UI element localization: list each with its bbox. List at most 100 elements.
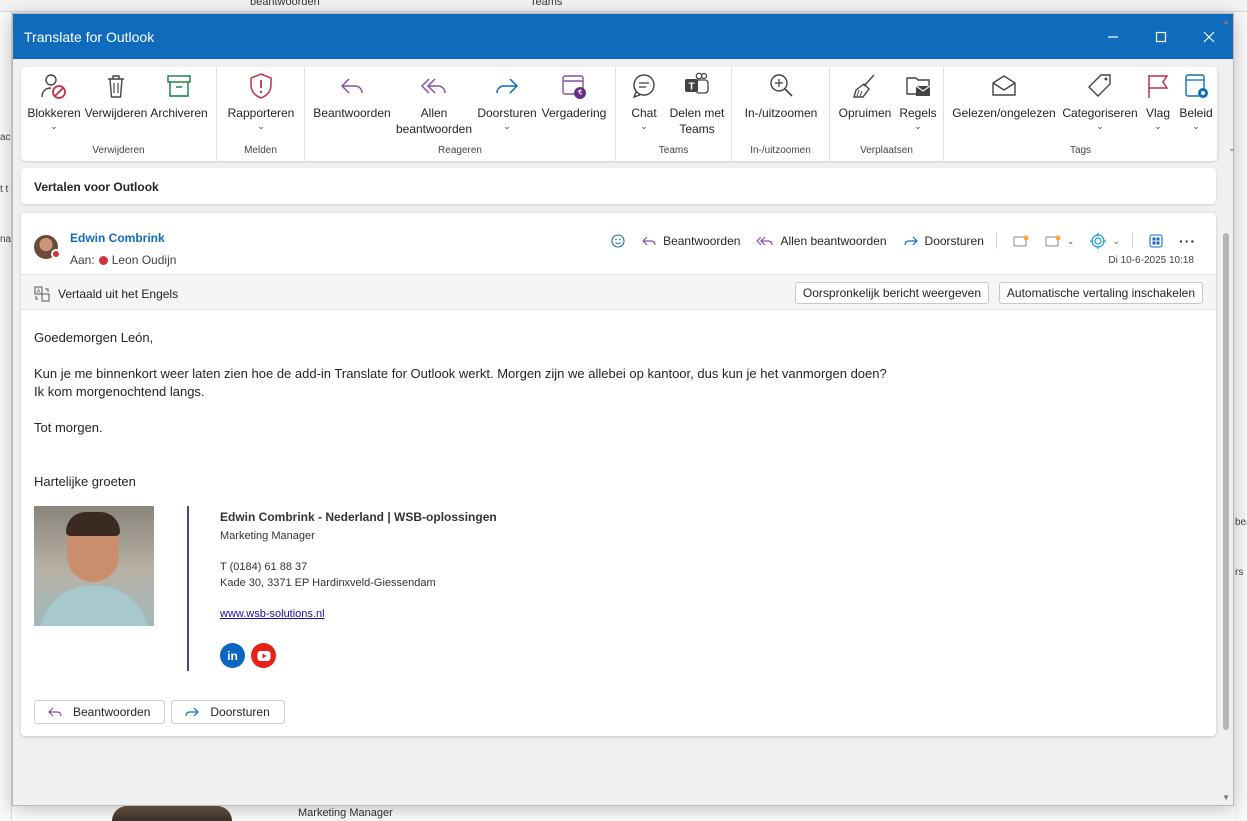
target-icon: [1090, 233, 1107, 249]
rules-label: Regels: [899, 106, 937, 120]
signature-role: Marketing Manager: [220, 530, 315, 542]
report-label: Rapporteren: [227, 106, 295, 120]
emoji-icon: [611, 234, 625, 248]
background-text: nar: [0, 234, 12, 245]
delete-button[interactable]: Verwijderen: [83, 71, 149, 121]
reply-icon: [642, 236, 656, 246]
to-label: Aan:: [70, 253, 95, 267]
message-action-bar: Beantwoorden Allen beantwoorden Doorstur…: [595, 233, 1196, 249]
rules-button[interactable]: Regels ⌄: [896, 71, 940, 131]
more-icon: ···: [1179, 233, 1196, 249]
apps-button[interactable]: [1149, 234, 1163, 248]
background-text: bea: [1235, 517, 1247, 528]
chevron-down-icon: ⌄: [914, 121, 922, 131]
flag-icon: [1148, 75, 1169, 98]
envelope-flag-icon: [1045, 235, 1061, 247]
ribbon-group-label: Melden: [244, 145, 277, 156]
archive-icon: [167, 75, 191, 97]
scroll-down-icon[interactable]: ▼: [1222, 793, 1230, 802]
teams-icon: T: [685, 72, 709, 94]
addin-button[interactable]: ⌄: [1090, 233, 1120, 249]
message-reply-button[interactable]: Beantwoorden: [641, 234, 740, 248]
chevron-down-icon: ⌄: [1096, 121, 1104, 131]
envelope-flag-icon: [1013, 235, 1029, 247]
chevron-down-icon: ⌄: [1112, 235, 1120, 246]
scrollbar-thumb[interactable]: [1223, 233, 1229, 730]
background-item: beantwoorden: [250, 0, 320, 8]
reply-button[interactable]: Beantwoorden: [311, 71, 393, 121]
chevron-down-icon: ⌄: [1154, 121, 1162, 131]
background-sidebar: acc t t nar: [0, 12, 12, 821]
share-to-teams-label: Delen met Teams: [669, 106, 725, 136]
signature-website-link[interactable]: www.wsb-solutions.nl: [220, 608, 325, 620]
show-original-button[interactable]: Oorspronkelijk bericht weergeven: [794, 282, 989, 304]
flag-button[interactable]: Vlag ⌄: [1140, 71, 1176, 131]
trash-icon: [108, 75, 124, 98]
body-regards: Hartelijke groeten: [34, 474, 136, 489]
categorize-label: Categoriseren: [1062, 106, 1138, 120]
youtube-icon[interactable]: [251, 643, 276, 668]
react-button[interactable]: [611, 234, 625, 248]
archive-button[interactable]: Archiveren: [149, 71, 209, 121]
signature-photo-hair: [66, 512, 120, 536]
window-title: Translate for Outlook: [24, 28, 155, 45]
categorize-button[interactable]: Categoriseren ⌄: [1060, 71, 1140, 131]
divider: [995, 233, 997, 249]
body-paragraph: Ik kom morgenochtend langs.: [34, 384, 205, 399]
recipient-name[interactable]: Leon Oudijn: [112, 253, 177, 267]
block-button[interactable]: Blokkeren ⌄: [25, 71, 83, 131]
chat-button[interactable]: Chat ⌄: [622, 71, 666, 131]
minimize-icon: [1108, 35, 1118, 38]
signature-photo: [34, 506, 154, 626]
bottom-forward-button[interactable]: Doorsturen: [171, 700, 285, 724]
reply-icon: [340, 78, 363, 94]
sender-name[interactable]: Edwin Combrink: [70, 231, 165, 245]
sweep-button[interactable]: Opruimen: [836, 71, 894, 121]
chat-label: Chat: [631, 106, 657, 120]
ribbon-expand-icon[interactable]: ⌄: [1228, 143, 1236, 154]
chevron-down-icon: ⌄: [50, 121, 58, 131]
shield-alert-icon: [250, 73, 272, 99]
reply-all-button[interactable]: Allen beantwoorden: [393, 71, 475, 137]
reply-all-label: Allen beantwoorden: [395, 106, 473, 136]
ribbon-group-move: Opruimen Regels ⌄ Verplaatsen: [830, 67, 944, 161]
signature-name: Edwin Combrink - Nederland | WSB-oplossi…: [220, 510, 497, 524]
report-button[interactable]: Rapporteren ⌄: [225, 71, 297, 131]
message-reply-label: Beantwoorden: [663, 234, 741, 248]
bottom-reply-button[interactable]: Beantwoorden: [34, 700, 166, 724]
rules-icon: [906, 77, 931, 96]
calendar-reply-icon: [562, 75, 586, 99]
forward-icon: [903, 236, 918, 246]
ribbon-group-label: Reageren: [438, 145, 482, 156]
body-greeting: Goedemorgen León,: [34, 330, 154, 345]
read-unread-button[interactable]: Gelezen/ongelezen: [948, 71, 1060, 121]
policy-label: Beleid: [1179, 106, 1213, 120]
message-forward-button[interactable]: Doorsturen: [903, 234, 984, 248]
signature-divider: [187, 506, 189, 671]
forward-button[interactable]: Doorsturen ⌄: [475, 71, 539, 131]
message-reply-all-button[interactable]: Allen beantwoorden: [756, 234, 887, 248]
maximize-button[interactable]: [1137, 14, 1185, 59]
meeting-label: Vergadering: [541, 106, 607, 120]
delete-label: Verwijderen: [84, 106, 148, 120]
more-actions-button[interactable]: ···: [1179, 233, 1196, 249]
linkedin-icon[interactable]: in: [220, 643, 245, 668]
policy-button[interactable]: Beleid ⌄: [1176, 71, 1216, 131]
more-mark-button[interactable]: ⌄: [1045, 234, 1074, 248]
auto-translate-button[interactable]: Automatische vertaling inschakelen: [998, 282, 1203, 304]
bottom-actions: Beantwoorden Doorsturen: [34, 700, 285, 724]
translation-bar: A Vertaald uit het Engels Oorspronkelijk…: [21, 274, 1216, 310]
share-to-teams-button[interactable]: T Delen met Teams: [666, 71, 728, 137]
close-icon: [1203, 31, 1215, 42]
body-paragraph: Kun je me binnenkort weer laten zien hoe…: [34, 366, 887, 381]
meeting-button[interactable]: Vergadering: [539, 71, 609, 121]
mark-button[interactable]: [1013, 234, 1029, 248]
zoom-label: In-/uitzoomen: [744, 106, 818, 120]
background-toolbar: beantwoorden Teams: [0, 0, 1247, 12]
zoom-button[interactable]: In-/uitzoomen: [738, 71, 824, 121]
minimize-button[interactable]: [1089, 14, 1137, 59]
title-bar: Translate for Outlook: [13, 14, 1233, 59]
ribbon-group-teams: Chat ⌄ T Delen met Teams Teams: [616, 67, 732, 161]
translated-from-text: Vertaald uit het Engels: [58, 287, 179, 301]
scroll-up-icon[interactable]: ▲: [1222, 17, 1230, 26]
